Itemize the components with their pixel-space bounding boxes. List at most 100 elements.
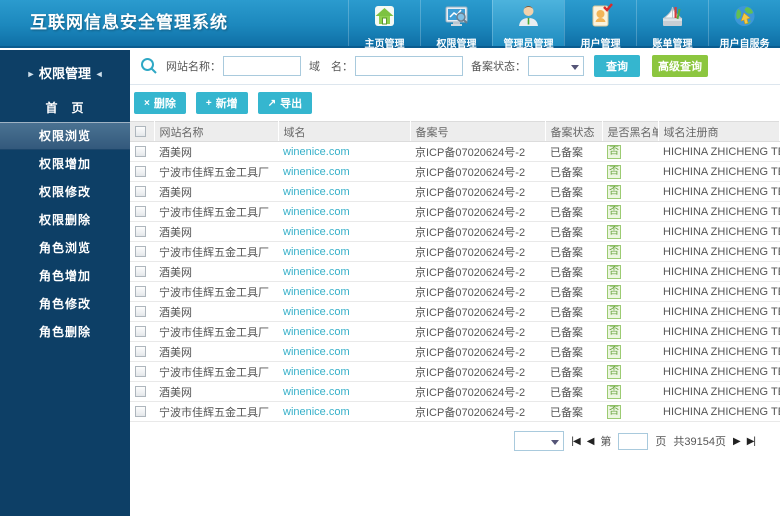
cell-icp-number: 京ICP备07020624号-2 — [410, 141, 545, 162]
domain-link[interactable]: winenice.com — [283, 146, 350, 158]
domain-input[interactable] — [355, 56, 463, 76]
monitor-search-icon — [443, 3, 470, 35]
cell-site-name: 酒美网 — [154, 181, 278, 202]
domain-link[interactable]: winenice.com — [283, 266, 350, 278]
row-select-cell — [130, 221, 154, 242]
query-button[interactable]: 查询 — [594, 55, 640, 77]
nav-home[interactable]: 主页管理 — [348, 0, 420, 50]
blacklist-badge: 否 — [607, 284, 621, 299]
select-all-checkbox[interactable] — [135, 126, 146, 138]
domain-link[interactable]: winenice.com — [283, 186, 350, 198]
sidebar-item-perm-view[interactable]: 权限浏览 — [0, 122, 130, 150]
row-checkbox[interactable] — [135, 186, 146, 198]
admin-person-icon — [515, 3, 542, 35]
row-checkbox[interactable] — [135, 366, 146, 378]
domain-link[interactable]: winenice.com — [283, 246, 350, 258]
table-body: 酒美网 winenice.com 京ICP备07020624号-2 已备案否 HICHI… — [130, 141, 780, 422]
cell-domain: winenice.com — [278, 361, 410, 382]
nav-user[interactable]: 用户管理 — [564, 0, 636, 50]
nav-billing[interactable]: 账单管理 — [636, 0, 708, 50]
row-checkbox[interactable] — [135, 406, 146, 418]
cell-icp-number: 京ICP备07020624号-2 — [410, 301, 545, 322]
sidebar-item-perm-delete[interactable]: 权限删除 — [0, 206, 130, 234]
delete-button[interactable]: × 删除 — [134, 92, 186, 114]
nav-self-service[interactable]: 用户自服务 — [708, 0, 780, 50]
nav-permission[interactable]: 权限管理 — [420, 0, 492, 50]
page-size-select[interactable] — [514, 431, 565, 451]
cell-record-status: 已备案 — [545, 261, 602, 282]
add-button[interactable]: + 新增 — [195, 92, 248, 114]
row-checkbox[interactable] — [135, 306, 146, 318]
site-name-input[interactable] — [223, 56, 301, 76]
next-page-button[interactable]: ▶ — [733, 436, 741, 447]
advanced-query-button[interactable]: 高级查询 — [652, 55, 708, 77]
domain-link[interactable]: winenice.com — [283, 346, 350, 358]
home-icon — [371, 3, 398, 35]
blacklist-badge: 否 — [607, 204, 621, 219]
cell-domain: winenice.com — [278, 341, 410, 362]
row-checkbox[interactable] — [135, 146, 146, 158]
arrow-left-icon: ◄ — [94, 69, 104, 79]
col-blacklist: 是否黑名单 — [602, 121, 659, 142]
sidebar-item-role-delete[interactable]: 角色删除 — [0, 318, 130, 346]
blacklist-badge: 否 — [607, 264, 621, 279]
first-page-button[interactable]: |◀ — [571, 436, 580, 447]
cell-domain: winenice.com — [278, 181, 410, 202]
cell-blacklist: 否 — [602, 161, 658, 182]
domain-link[interactable]: winenice.com — [283, 306, 350, 318]
cell-icp-number: 京ICP备07020624号-2 — [410, 321, 545, 342]
sidebar-item-role-view[interactable]: 角色浏览 — [0, 234, 130, 262]
domain-link[interactable]: winenice.com — [283, 406, 350, 418]
page-number-input[interactable] — [618, 432, 649, 450]
blacklist-badge: 否 — [607, 384, 621, 399]
domain-link[interactable]: winenice.com — [283, 386, 350, 398]
chevron-down-icon — [551, 440, 560, 445]
record-status-select[interactable] — [528, 56, 584, 76]
domain-link[interactable]: winenice.com — [283, 326, 350, 338]
prev-page-button[interactable]: ◀ — [587, 436, 595, 447]
sidebar-item-home[interactable]: 首 页 — [0, 94, 130, 122]
sidebar-item-role-edit[interactable]: 角色修改 — [0, 290, 130, 318]
table-row: 酒美网 winenice.com 京ICP备07020624号-2 已备案否 HICHI… — [130, 341, 780, 362]
cell-domain: winenice.com — [278, 221, 410, 242]
table-row: 宁波市佳辉五金工具厂 winenice.com 京ICP备07020624号-2 已备… — [130, 201, 780, 222]
row-select-cell — [130, 161, 154, 182]
top-navigation: 主页管理 权限管理 管理员管理 用户管理 账单管理 用户自服务 — [348, 0, 780, 50]
row-checkbox[interactable] — [135, 286, 146, 298]
cell-registrar: HICHINA ZHICHENG TECHNOLOGY — [658, 341, 780, 362]
blacklist-badge: 否 — [607, 324, 621, 339]
chevron-down-icon — [571, 65, 579, 70]
cell-icp-number: 京ICP备07020624号-2 — [410, 361, 545, 382]
row-checkbox[interactable] — [135, 206, 146, 218]
cell-domain: winenice.com — [278, 261, 410, 282]
row-checkbox[interactable] — [135, 166, 146, 178]
table-row: 宁波市佳辉五金工具厂 winenice.com 京ICP备07020624号-2 已备… — [130, 241, 780, 262]
cell-record-status: 已备案 — [545, 321, 602, 342]
cell-domain: winenice.com — [278, 301, 410, 322]
cell-blacklist: 否 — [602, 401, 658, 422]
row-select-cell — [130, 181, 154, 202]
domain-link[interactable]: winenice.com — [283, 166, 350, 178]
row-checkbox[interactable] — [135, 346, 146, 358]
row-checkbox[interactable] — [135, 246, 146, 258]
sidebar-item-perm-edit[interactable]: 权限修改 — [0, 178, 130, 206]
row-checkbox[interactable] — [135, 386, 146, 398]
record-status-label: 备案状态： — [471, 61, 526, 73]
domain-link[interactable]: winenice.com — [283, 286, 350, 298]
table-row: 宁波市佳辉五金工具厂 winenice.com 京ICP备07020624号-2 已备… — [130, 401, 780, 422]
row-checkbox[interactable] — [135, 266, 146, 278]
domain-link[interactable]: winenice.com — [283, 366, 350, 378]
ledger-book-icon — [659, 3, 686, 35]
nav-admin[interactable]: 管理员管理 — [492, 0, 564, 50]
row-checkbox[interactable] — [135, 226, 146, 238]
export-button[interactable]: ↗ 导出 — [257, 92, 313, 114]
domain-link[interactable]: winenice.com — [283, 206, 350, 218]
domain-label: 域 名： — [309, 61, 353, 73]
domain-link[interactable]: winenice.com — [283, 226, 350, 238]
cell-record-status: 已备案 — [545, 181, 602, 202]
last-page-button[interactable]: ▶| — [747, 436, 756, 447]
sidebar-item-role-add[interactable]: 角色增加 — [0, 262, 130, 290]
cell-icp-number: 京ICP备07020624号-2 — [410, 161, 545, 182]
row-checkbox[interactable] — [135, 326, 146, 338]
sidebar-item-perm-add[interactable]: 权限增加 — [0, 150, 130, 178]
